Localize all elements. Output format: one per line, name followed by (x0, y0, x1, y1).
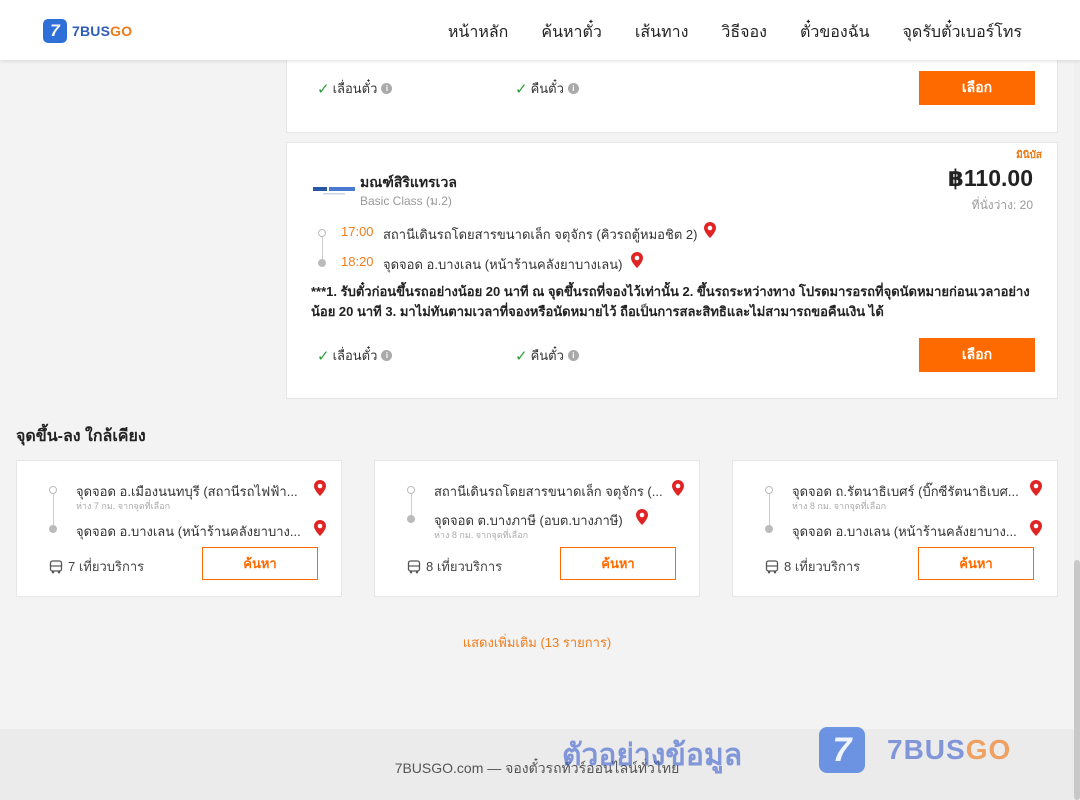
bus-icon (407, 559, 421, 573)
main-nav: หน้าหลัก ค้นหาตั๋ว เส้นทาง วิธีจอง ตั๋วข… (448, 20, 1022, 45)
check-icon: ✓ (317, 347, 330, 365)
map-pin-icon[interactable] (672, 480, 684, 496)
site-logo[interactable]: 7 7BUSGO (43, 19, 132, 43)
map-pin-icon[interactable] (631, 252, 643, 268)
map-pin-icon[interactable] (1030, 480, 1042, 496)
info-icon[interactable]: i (381, 350, 393, 361)
trip-card-previous: ✓ เลื่อนตั๋ว i ✓ คืนตั๋ว i เลือก (286, 50, 1058, 133)
site-header: 7 7BUSGO หน้าหลัก ค้นหาตั๋ว เส้นทาง วิธี… (0, 0, 1080, 60)
logo-mark: 7 (43, 19, 67, 43)
route-timeline (769, 489, 770, 529)
departure-dot (318, 229, 326, 237)
vehicle-type-badge: มินิบัส (1016, 150, 1042, 161)
info-icon[interactable]: i (567, 350, 579, 361)
trip-count-label: 7 เที่ยวบริการ (68, 559, 145, 574)
arrival-dot (765, 525, 773, 533)
from-distance: ห่าง 8 กม. จากจุดที่เลือก (792, 501, 887, 511)
departure-time: 17:00 (341, 224, 374, 239)
nearby-section-title: จุดขึ้น-ลง ใกล้เคียง (16, 428, 146, 445)
nearby-route-card[interactable]: จุดจอด ถ.รัตนาธิเบศร์ (บิ๊กซีรัตนาธิเบศ.… (732, 460, 1058, 597)
watermark-logo-text: 7BUSGO (887, 734, 1012, 765)
feature-label: เลื่อนตั๋ว (332, 81, 378, 96)
watermark-text: ตัวอย่างข้อมูล (562, 739, 743, 772)
scrollbar-thumb[interactable] (1074, 560, 1080, 800)
feature-refund-ticket: ✓ คืนตั๋ว i (515, 78, 579, 99)
info-icon[interactable]: i (381, 83, 393, 94)
nav-home[interactable]: หน้าหลัก (448, 20, 509, 45)
logo-text: 7BUSGO (72, 23, 133, 39)
feature-change-ticket: ✓ เลื่อนตั๋ว i (317, 78, 393, 99)
arrival-time: 18:20 (341, 254, 374, 269)
arrival-dot (318, 259, 326, 267)
arrival-stop: จุดจอด อ.บางเลน (หน้าร้านคลังยาบางเลน) (383, 257, 623, 272)
departure-dot (765, 486, 773, 494)
trip-count: 8 เที่ยวบริการ (407, 556, 502, 577)
feature-change-ticket: ✓ เลื่อนตั๋ว i (317, 345, 393, 366)
ticket-price: ฿110.00 (947, 165, 1033, 191)
trip-count: 8 เที่ยวบริการ (765, 556, 860, 577)
feature-label: คืนตั๋ว (530, 348, 564, 363)
departure-dot (49, 486, 57, 494)
feature-refund-ticket: ✓ คืนตั๋ว i (515, 345, 579, 366)
map-pin-icon[interactable] (636, 509, 648, 525)
to-distance: ห่าง 8 กม. จากจุดที่เลือก (434, 530, 529, 540)
watermark-logo-mark: 7 (819, 727, 865, 773)
bus-icon (765, 559, 779, 573)
bus-class: Basic Class (ม.2) (360, 194, 452, 208)
search-button[interactable]: ค้นหา (918, 547, 1034, 580)
map-pin-icon[interactable] (314, 480, 326, 496)
trip-count: 7 เที่ยวบริการ (49, 556, 144, 577)
map-pin-icon[interactable] (704, 222, 716, 238)
check-icon: ✓ (317, 80, 330, 98)
search-button[interactable]: ค้นหา (560, 547, 676, 580)
nearby-route-card[interactable]: สถานีเดินรถโดยสารขนาดเล็ก จตุจักร (... จ… (374, 460, 700, 597)
show-more-link[interactable]: แสดงเพิ่มเติม (13 รายการ) (0, 632, 1074, 653)
map-pin-icon[interactable] (1030, 520, 1042, 536)
nearby-route-card[interactable]: จุดจอด อ.เมืองนนทบุรี (สถานีรถไฟฟ้า... ห… (16, 460, 342, 597)
route-timeline (53, 489, 54, 529)
trip-count-label: 8 เที่ยวบริการ (784, 559, 861, 574)
search-button[interactable]: ค้นหา (202, 547, 318, 580)
nav-how-to-book[interactable]: วิธีจอง (721, 20, 767, 45)
nav-ticket-points[interactable]: จุดรับตั๋วเบอร์โทร (903, 20, 1022, 45)
departure-dot (407, 486, 415, 494)
check-icon: ✓ (515, 80, 528, 98)
select-button[interactable]: เลือก (919, 71, 1035, 105)
map-pin-icon[interactable] (314, 520, 326, 536)
nav-search-tickets[interactable]: ค้นหาตั๋ว (541, 20, 602, 45)
operator-logo (313, 185, 355, 195)
from-stop: สถานีเดินรถโดยสารขนาดเล็ก จตุจักร (... (434, 484, 663, 499)
arrival-dot (49, 525, 57, 533)
to-stop: จุดจอด อ.บางเลน (หน้าร้านคลังยาบาง... (792, 524, 1017, 539)
trip-count-label: 8 เที่ยวบริการ (426, 559, 503, 574)
select-button[interactable]: เลือก (919, 338, 1035, 372)
operator-name: มณฑ์สิริแทรเวล (360, 174, 457, 190)
nav-routes[interactable]: เส้นทาง (635, 20, 689, 45)
trip-card: มินิบัส มณฑ์สิริแทรเวล Basic Class (ม.2)… (286, 142, 1058, 399)
to-stop: จุดจอด อ.บางเลน (หน้าร้านคลังยาบาง... (76, 524, 301, 539)
feature-label: คืนตั๋ว (530, 81, 564, 96)
available-seats: ที่นั่งว่าง: 20 (971, 198, 1033, 212)
check-icon: ✓ (515, 347, 528, 365)
info-icon[interactable]: i (567, 83, 579, 94)
nav-my-tickets[interactable]: ตั๋วของฉัน (800, 20, 870, 45)
feature-label: เลื่อนตั๋ว (332, 348, 378, 363)
trip-notice: ***1. รับตั๋วก่อนขึ้นรถอย่างน้อย 20 นาที… (311, 284, 1030, 319)
arrival-dot (407, 515, 415, 523)
from-distance: ห่าง 7 กม. จากจุดที่เลือก (76, 501, 171, 511)
bus-icon (49, 559, 63, 573)
route-timeline (322, 237, 323, 259)
departure-stop: สถานีเดินรถโดยสารขนาดเล็ก จตุจักร (คิวรถ… (383, 227, 698, 242)
